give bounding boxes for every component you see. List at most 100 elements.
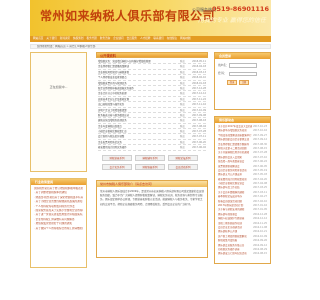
left-column: 正在加载中... 行业政策查阅 国家税务总局关于修订增值税纳税申报表的公告 · … [30,52,87,268]
course-date: 2017-11-16 [192,103,206,107]
course-date: 2017-08-18 [192,119,206,123]
course-item[interactable]: 研发费用加计扣除实务操作 陈总 2017-06-02 [98,145,206,151]
course-date: 2018-01-18 [192,81,206,85]
nav-item-contact[interactable]: 联系我们 [153,37,163,40]
right-column: 会员登录 用户名： 密 码： 登录 注册 俱乐部动态 关于召开2017年度会员大… [214,52,271,264]
password-row: 密 码： [218,71,267,76]
course-date: 2018-02-10 [192,76,206,80]
login-title: 会员登录 [215,53,270,59]
course-date: 2017-06-20 [192,140,206,144]
course-title: 出口退税政策与操作实务 [98,103,125,107]
category-button[interactable]: 财税讲座系列 [102,154,132,161]
course-title: 企业发票风险防范实务 [98,140,122,144]
nav-item-about[interactable]: 关于我们 [46,37,56,40]
banner-slogan: 用我的专业 赢得您的信任 [198,17,266,24]
course-list: 增值税实务：营改增后纳税人如何做好增值税管理 陈总 2018-05-11 企业所得税汇… [96,58,208,152]
category-button[interactable]: 纳税辅导系列 [135,154,165,161]
course-speaker: 陈总 [180,140,185,144]
course-speaker: 陈总 [180,70,185,74]
course-title: 房地产企业土地增值税清算 [98,108,127,112]
course-title: 高新技术企业认定及税收优惠 [98,97,130,101]
news-list: 关于召开2017年度会员大会的通知 2017-10-23 俱乐部举办增值税实务培训 2… [215,123,270,259]
login-button[interactable]: 登录 [227,80,237,85]
policy-box: 行业政策查阅 国家税务总局关于修订增值税纳税申报表的公告 · 关于调整增值税税率… [30,178,87,268]
course-title: 新企业所得税申报表填报实务操作 [98,86,134,90]
course-date: 2017-11-22 [192,97,206,101]
course-speaker: 陈总 [180,103,185,107]
course-speaker: 陈总 [180,65,185,69]
course-speaker: 陈总 [180,92,185,96]
course-title: 小微企业税收优惠政策汇总 [98,130,127,134]
course-date: 2018-04-18 [192,65,206,69]
course-date: 2017-08-04 [192,124,206,128]
course-speaker: 陈总 [180,97,185,101]
username-label: 用户名： [218,63,229,67]
news-title: 俱乐部成立七周年纪念活动 [218,252,247,256]
register-button[interactable]: 注册 [239,80,249,85]
main-nav: 网站首页 关于我们 新闻资讯 纳税筹划 税务代理 财务咨询 企业顾问 会员服务 … [30,36,271,42]
course-date: 2017-07-11 [192,135,206,139]
news-date: 2016-08-15 [253,252,267,256]
site-banner: 常州如来纳税人俱乐部有限公司 公司服务热线： 0519-86901116 用我的… [30,0,271,36]
username-row: 用户名： [218,63,267,68]
nav-item-home[interactable]: 网站首页 [33,37,43,40]
nav-item-sitemap[interactable]: 网站地图 [180,37,190,40]
course-title: 个人所得税改革及筹划要点 [98,76,127,80]
category-button[interactable]: 财税论坛系列 [168,154,198,161]
username-input[interactable] [229,63,257,68]
password-label: 密 码： [218,72,227,76]
course-title: 财务报表分析与税务稽查应对 [98,113,130,117]
category-buttons-row-2: 会计实务系列 财税答疑系列 会员活动系列 [102,163,208,170]
course-title: 企业财税风险管控与纳税筹划 [98,70,130,74]
nav-item-members[interactable]: 会员服务 [127,37,137,40]
course-title: 研发费用加计扣除实务操作 [98,146,127,150]
course-speaker: 陈总 [180,124,185,128]
club-intro-box: 常州市纳税人俱乐部简介（请点击访问） 常州市纳税人俱乐部成立于2009年，是由常… [96,179,208,258]
nav-item-tax-agency[interactable]: 税务代理 [87,37,97,40]
login-buttons: 登录 注册 [227,80,270,85]
nav-item-tax-planning[interactable]: 纳税筹划 [73,37,83,40]
nav-item-news[interactable]: 新闻资讯 [60,37,70,40]
course-speaker: 陈总 [180,76,185,80]
category-buttons-row-1: 财税讲座系列 纳税辅导系列 财税论坛系列 [102,154,208,161]
course-speaker: 陈总 [180,81,185,85]
course-title: 企业所得税汇算清缴政策解读 [98,65,130,69]
club-intro-text: 常州市纳税人俱乐部成立于2009年，是由常州市如来纳税人俱乐部有限公司发起组建的… [100,189,204,206]
main-column: 公开课资料 增值税实务：营改增后纳税人如何做好增值税管理 陈总 2018-05-11… [96,52,208,258]
site-title: 常州如来纳税人俱乐部有限公司 [40,9,216,23]
course-date: 2017-07-28 [192,130,206,134]
news-box: 俱乐部动态 关于召开2017年度会员大会的通知 2017-10-23 俱乐部举办增值… [214,116,271,264]
nav-item-advisor[interactable]: 企业顾问 [113,37,123,40]
course-speaker: 陈总 [180,60,185,63]
nav-item-message[interactable]: 在线留言 [167,37,177,40]
course-speaker: 陈总 [180,135,185,139]
course-date: 2018-03-13 [192,70,206,74]
breadcrumb: 您所在的位置：网站首页 > 南方汇众纳税人俱乐部 [30,44,271,49]
course-date: 2017-09-08 [192,113,206,117]
course-date: 2017-06-02 [192,146,206,150]
password-input[interactable] [229,71,257,76]
nav-item-jobs[interactable]: 人才招聘 [140,37,150,40]
nav-item-consulting[interactable]: 财务咨询 [100,37,110,40]
news-item[interactable]: 俱乐部成立七周年纪念活动 2016-08-15 [218,252,267,256]
login-box: 会员登录 用户名： 密 码： 登录 注册 [214,52,271,110]
category-button[interactable]: 财税答疑系列 [135,163,165,170]
phone-number: 0519-86901116 [212,5,269,13]
course-title: 企业合并分立中的税务处理 [98,92,127,96]
course-speaker: 陈总 [180,113,185,117]
course-title: 建筑业营改增税务处理实务 [98,119,127,123]
category-button[interactable]: 会员活动系列 [168,163,198,170]
category-button[interactable]: 会计实务系列 [102,163,132,170]
course-title: 增值税发票开具与管理实务 [98,81,127,85]
loading-text: 正在加载中... [49,85,68,89]
course-speaker: 陈总 [180,130,185,134]
course-date: 2017-12-12 [192,92,206,96]
course-speaker: 陈总 [180,86,185,90]
course-date: 2018-05-11 [192,60,206,63]
left-loading-box: 正在加载中... [30,52,87,172]
course-date: 2017-12-28 [192,86,206,90]
policy-link[interactable]: · 关于做好个人所得税综合所得汇算清缴的通知 [34,227,83,231]
course-title: 增值税实务：营改增后纳税人如何做好增值税管理 [98,60,151,63]
course-speaker: 陈总 [180,108,185,112]
course-title: 企业年度纳税自查要点 [98,124,122,128]
